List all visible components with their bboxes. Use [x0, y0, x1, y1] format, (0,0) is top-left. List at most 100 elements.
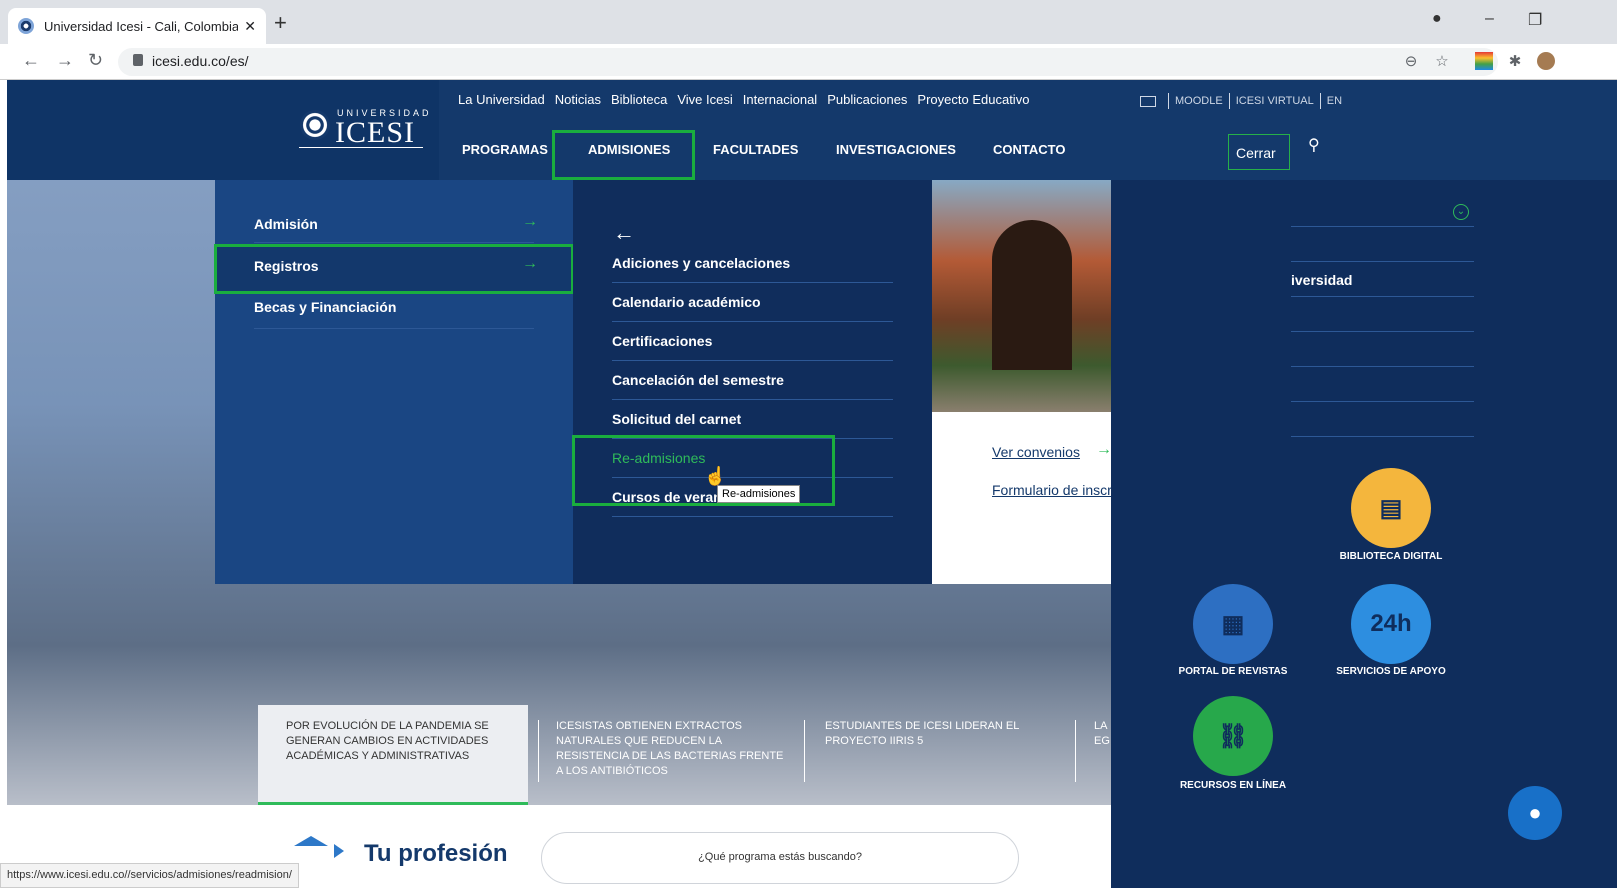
- admisiones-highlight: [552, 130, 695, 180]
- chat-bubble-icon[interactable]: ●: [1508, 786, 1562, 840]
- top-link[interactable]: Publicaciones: [827, 92, 907, 107]
- logo-underline: [299, 147, 423, 148]
- nav-contacto[interactable]: CONTACTO: [993, 142, 1065, 157]
- new-tab-icon[interactable]: +: [274, 10, 287, 36]
- divider: [612, 360, 893, 361]
- divider: [1168, 93, 1169, 109]
- journal-icon[interactable]: ▦: [1193, 584, 1273, 664]
- lock-icon: [133, 54, 143, 66]
- book-icon[interactable]: ▤: [1351, 468, 1431, 548]
- biblioteca-digital-label[interactable]: BIBLIOTECA DIGITAL: [1331, 551, 1451, 562]
- language-link[interactable]: EN: [1327, 95, 1342, 107]
- top-link[interactable]: Biblioteca: [611, 92, 667, 107]
- top-link[interactable]: Proyecto Educativo: [917, 92, 1029, 107]
- browser-tab[interactable]: Universidad Icesi - Cali, Colombia ✕: [8, 8, 266, 44]
- hand-cursor-icon: ☝: [704, 466, 727, 486]
- close-tab-icon[interactable]: ✕: [244, 18, 256, 35]
- divider: [1291, 366, 1474, 367]
- chevron-down-icon[interactable]: ⌄: [1453, 204, 1469, 220]
- moodle-link[interactable]: MOODLE: [1175, 95, 1223, 107]
- divider: [254, 328, 534, 329]
- minimize-icon[interactable]: –: [1485, 10, 1494, 28]
- divider: [254, 242, 534, 243]
- back-icon[interactable]: ←: [22, 50, 40, 71]
- avatar[interactable]: [1537, 52, 1555, 70]
- divider: [1319, 93, 1321, 109]
- forward-icon[interactable]: →: [56, 50, 74, 71]
- mail-icon[interactable]: [1140, 95, 1156, 107]
- divider: [1228, 93, 1230, 109]
- news-item[interactable]: LA EG: [1094, 705, 1111, 805]
- logo-text[interactable]: ICESI: [335, 116, 415, 150]
- logo-seal-icon[interactable]: [300, 110, 330, 140]
- status-bar-url: https://www.icesi.edu.co//servicios/admi…: [0, 863, 299, 888]
- divider: [538, 720, 539, 782]
- bookmark-star-icon[interactable]: ☆: [1433, 52, 1451, 70]
- submenu-item[interactable]: Certificaciones: [612, 333, 712, 349]
- tab-title: Universidad Icesi - Cali, Colombia: [44, 18, 239, 34]
- ver-convenios-link[interactable]: Ver convenios: [992, 444, 1080, 460]
- address-bar-row: ← → ↻ icesi.edu.co/es/ ⊖ ☆ ✱: [0, 44, 1617, 80]
- program-search-input[interactable]: ¿Qué programa estás buscando?: [541, 832, 1019, 884]
- section-title: Tu profesión: [364, 840, 508, 867]
- divider: [612, 399, 893, 400]
- news-text: POR EVOLUCIÓN DE LA PANDEMIA SE GENERAN …: [286, 720, 489, 762]
- extension-icon[interactable]: [1475, 52, 1493, 70]
- menu-column-1: Admisión → Registros → Becas y Financiac…: [215, 180, 573, 584]
- divider: [1291, 331, 1474, 332]
- tab-strip: Universidad Icesi - Cali, Colombia ✕ + ●…: [0, 0, 1617, 44]
- news-item[interactable]: ESTUDIANTES DE ICESI LIDERAN EL PROYECTO…: [825, 705, 1045, 805]
- restore-icon[interactable]: ❐: [1528, 10, 1542, 30]
- divider: [1291, 226, 1474, 227]
- submenu-item[interactable]: Solicitud del carnet: [612, 411, 741, 427]
- link-icon[interactable]: ⛓: [1193, 696, 1273, 776]
- recursos-linea-label[interactable]: RECURSOS EN LÍNEA: [1173, 780, 1293, 791]
- close-menu-button[interactable]: Cerrar: [1228, 134, 1290, 170]
- sidebar-text[interactable]: iversidad: [1291, 272, 1352, 288]
- submenu-item[interactable]: Calendario académico: [612, 294, 761, 310]
- puzzle-icon[interactable]: ✱: [1506, 52, 1524, 70]
- divider: [612, 282, 893, 283]
- registros-highlight: [214, 244, 574, 294]
- favicon-icon: [18, 18, 34, 34]
- zoom-icon[interactable]: ⊖: [1402, 52, 1420, 70]
- top-link[interactable]: Internacional: [743, 92, 817, 107]
- reload-icon[interactable]: ↻: [88, 50, 103, 71]
- nav-facultades[interactable]: FACULTADES: [713, 142, 798, 157]
- divider: [1291, 261, 1474, 262]
- arrow-right-icon: →: [522, 213, 538, 230]
- photo-arch: [992, 220, 1072, 370]
- top-link[interactable]: La Universidad: [458, 92, 545, 107]
- portal-revistas-label[interactable]: PORTAL DE REVISTAS: [1173, 666, 1293, 677]
- servicios-apoyo-label[interactable]: SERVICIOS DE APOYO: [1331, 666, 1451, 677]
- play-icon: [334, 844, 344, 858]
- utility-links: MOODLE ICESI VIRTUAL EN: [1140, 93, 1342, 109]
- menu-column-2: ← Adiciones y cancelaciones Calendario a…: [573, 180, 932, 584]
- search-icon[interactable]: ⚲: [1308, 135, 1320, 155]
- icesi-virtual-link[interactable]: ICESI VIRTUAL: [1236, 95, 1314, 107]
- menu-item-becas[interactable]: Becas y Financiación: [254, 299, 396, 315]
- submenu-item[interactable]: Adiciones y cancelaciones: [612, 255, 790, 271]
- divider: [1291, 296, 1474, 297]
- top-link[interactable]: Vive Icesi: [677, 92, 732, 107]
- divider: [612, 516, 893, 517]
- submenu-item[interactable]: Cancelación del semestre: [612, 372, 784, 388]
- nav-programas[interactable]: PROGRAMAS: [462, 142, 548, 157]
- menu-item-admision[interactable]: Admisión: [254, 216, 318, 232]
- url-field[interactable]: icesi.edu.co/es/: [118, 48, 1498, 76]
- right-sidebar: ⌄ iversidad ▤ BIBLIOTECA DIGITAL ▦ PORTA…: [1111, 180, 1617, 888]
- divider: [612, 321, 893, 322]
- back-arrow-icon[interactable]: ←: [613, 220, 635, 246]
- profile-dot-icon[interactable]: ●: [1432, 10, 1442, 28]
- divider: [1075, 720, 1076, 782]
- web-page: UNIVERSIDAD ICESI La Universidad Noticia…: [7, 80, 1617, 888]
- news-item[interactable]: POR EVOLUCIÓN DE LA PANDEMIA SE GENERAN …: [258, 705, 528, 805]
- news-text: ICESISTAS OBTIENEN EXTRACTOS NATURALES Q…: [556, 720, 784, 777]
- news-text: ESTUDIANTES DE ICESI LIDERAN EL PROYECTO…: [825, 720, 1019, 747]
- 24h-support-icon[interactable]: 24h: [1351, 584, 1431, 664]
- nav-investigaciones[interactable]: INVESTIGACIONES: [836, 142, 956, 157]
- news-item[interactable]: ICESISTAS OBTIENEN EXTRACTOS NATURALES Q…: [556, 705, 786, 805]
- tooltip: Re-admisiones: [717, 485, 801, 503]
- top-link[interactable]: Noticias: [555, 92, 601, 107]
- divider: [804, 720, 805, 782]
